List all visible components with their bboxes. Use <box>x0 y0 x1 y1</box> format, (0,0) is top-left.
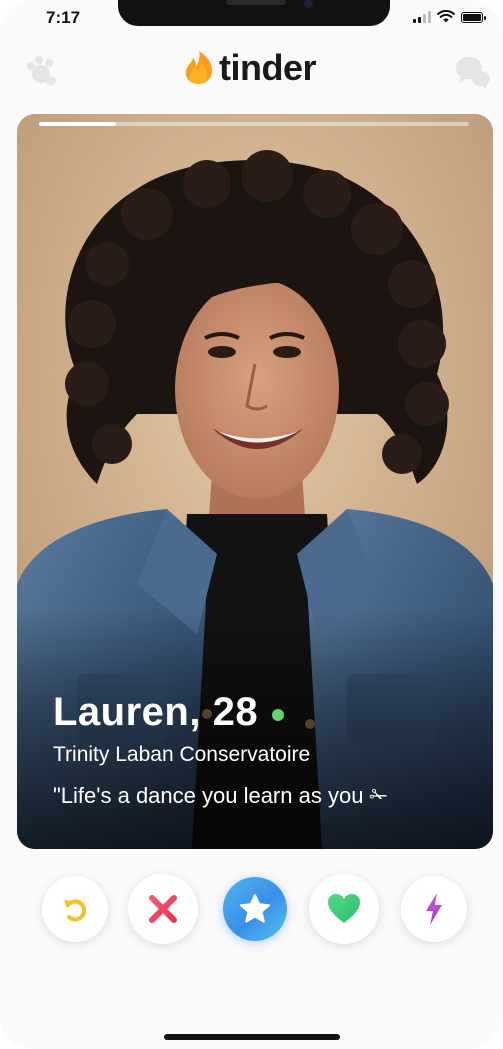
status-icons <box>413 10 486 23</box>
flame-icon <box>185 51 213 84</box>
lightning-icon <box>426 893 442 925</box>
status-time: 7:17 <box>46 8 81 27</box>
rewind-button[interactable] <box>42 876 108 942</box>
profile-card[interactable]: Lauren, 28 Trinity Laban Conservatoire "… <box>17 114 493 849</box>
notch <box>118 0 390 26</box>
action-bar <box>0 870 503 950</box>
like-button[interactable] <box>309 874 379 944</box>
camera <box>304 0 313 8</box>
super-like-button[interactable] <box>223 877 287 941</box>
profile-bio: "Life's a dance you learn as you ✁ <box>53 783 388 808</box>
x-icon <box>149 895 177 923</box>
nope-button[interactable] <box>128 874 198 944</box>
wifi-icon <box>437 10 455 23</box>
star-icon <box>240 894 270 923</box>
photo-progress-active <box>39 122 117 126</box>
rewind-icon <box>64 899 87 922</box>
top-header: tinder <box>0 48 503 94</box>
tinder-logo[interactable]: tinder <box>183 47 317 88</box>
speaker <box>226 0 286 5</box>
heart-icon <box>328 894 360 923</box>
photo-progress-bar <box>39 122 469 126</box>
boost-button[interactable] <box>401 876 467 942</box>
phone-frame: 7:17 tinder Lauren, 28 Trinity Laban Con… <box>0 0 503 1049</box>
battery-icon <box>461 12 486 23</box>
signal-icon <box>413 11 431 23</box>
profile-name-age: Lauren, 28 <box>53 690 259 734</box>
profile-school: Trinity Laban Conservatoire <box>53 743 311 766</box>
name-row: Lauren, 28 <box>53 690 388 735</box>
home-indicator[interactable] <box>164 1034 340 1040</box>
boost-paw-icon[interactable] <box>22 54 58 88</box>
online-indicator <box>272 708 285 721</box>
profile-info: Lauren, 28 Trinity Laban Conservatoire "… <box>53 690 388 809</box>
logo-text: tinder <box>219 47 317 88</box>
chat-bubbles-icon[interactable] <box>455 54 491 88</box>
